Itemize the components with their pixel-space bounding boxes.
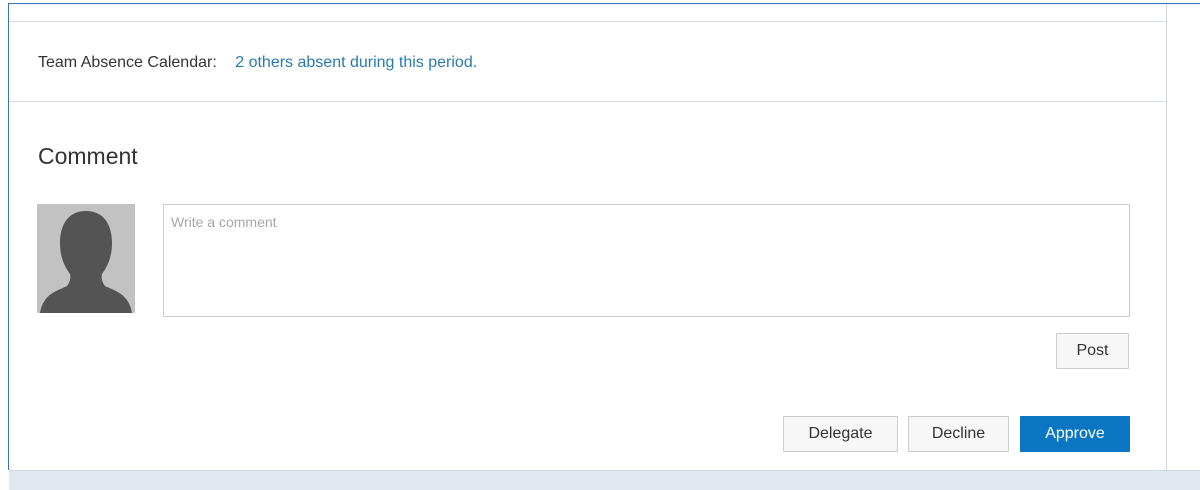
- decline-button[interactable]: Decline: [908, 416, 1009, 452]
- team-absence-link[interactable]: 2 others absent during this period.: [235, 54, 477, 71]
- team-absence-label: Team Absence Calendar:: [38, 54, 217, 71]
- divider: [9, 21, 1166, 22]
- comment-input[interactable]: [163, 204, 1130, 317]
- post-button[interactable]: Post: [1056, 333, 1129, 369]
- avatar: [37, 204, 135, 313]
- approve-button[interactable]: Approve: [1020, 416, 1130, 452]
- approval-detail-frame: Team Absence Calendar: 2 others absent d…: [0, 0, 1200, 490]
- team-absence-row: Team Absence Calendar: 2 others absent d…: [38, 54, 477, 72]
- comment-heading: Comment: [38, 143, 138, 169]
- delegate-button[interactable]: Delegate: [783, 416, 898, 452]
- divider: [9, 101, 1166, 102]
- person-silhouette-icon: [37, 204, 135, 313]
- approval-panel: Team Absence Calendar: 2 others absent d…: [9, 4, 1167, 470]
- footer-bar: [9, 470, 1200, 490]
